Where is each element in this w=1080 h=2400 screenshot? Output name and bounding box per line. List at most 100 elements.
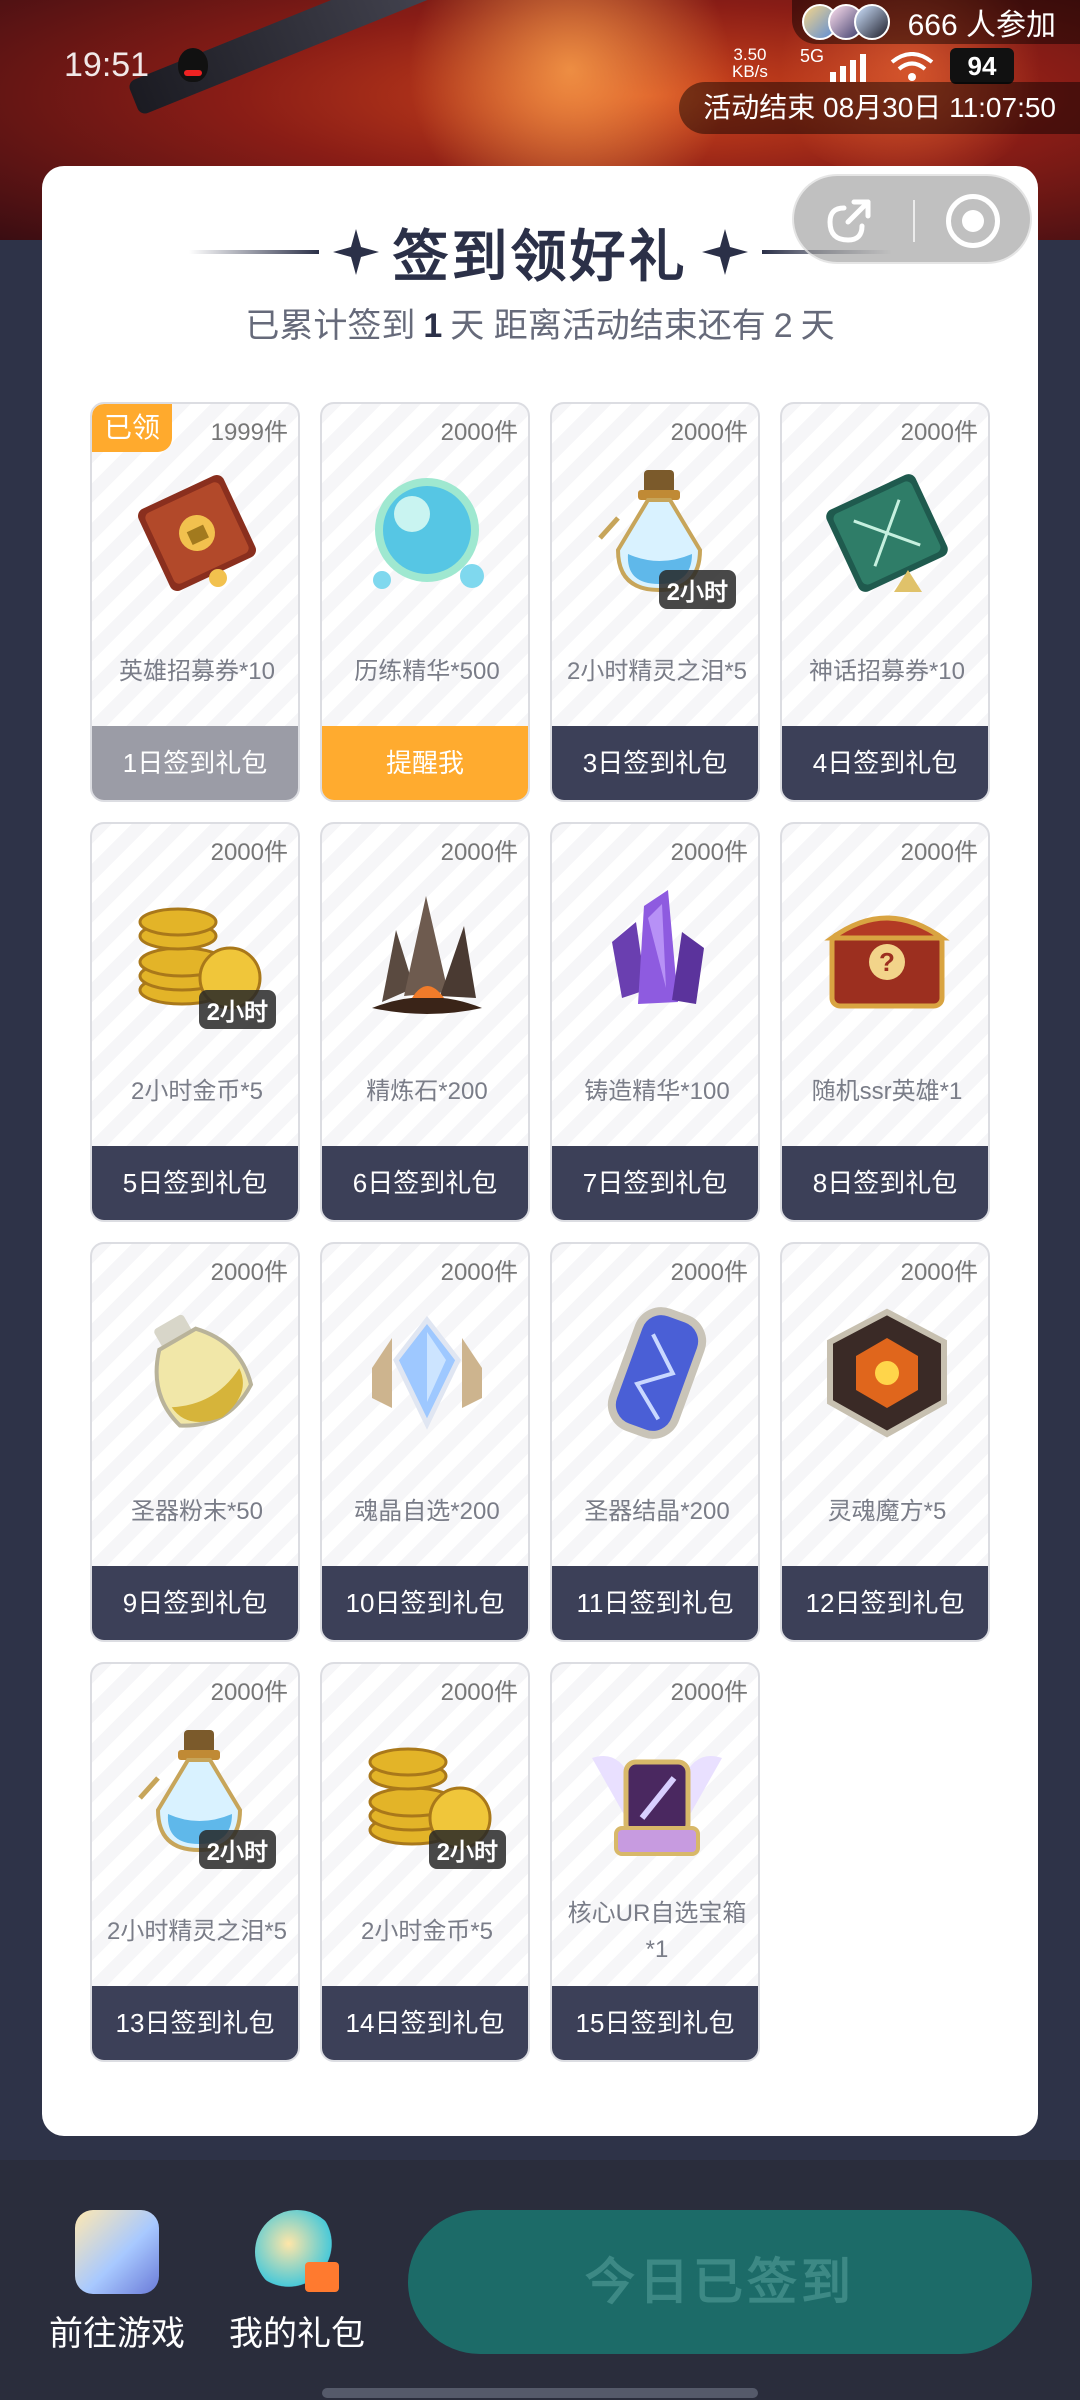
home-indicator[interactable] <box>322 2388 758 2398</box>
gift-name: 随机ssr英雄*1 <box>811 1078 963 1105</box>
gift-card[interactable]: 2000件 2小时 2小时精灵之泪*5 13日签到礼包 <box>90 1662 300 2062</box>
gift-pack-button[interactable]: 14日签到礼包 <box>322 1986 528 2060</box>
gift-name: 核心UR自选宝箱*1 <box>567 1900 747 1963</box>
gift-card[interactable]: 2000件灵魂魔方*5 12日签到礼包 <box>780 1242 990 1642</box>
gift-name: 英雄招募券*10 <box>118 658 276 685</box>
gift-stock: 2000件 <box>210 1259 288 1286</box>
essence-orb-icon <box>352 458 502 608</box>
gift-pack-button[interactable]: 15日签到礼包 <box>552 1986 758 2060</box>
gift-stock: 2000件 <box>670 419 748 446</box>
remind-me-button[interactable]: 提醒我 <box>322 726 528 800</box>
wifi-icon <box>890 52 934 81</box>
red-book-icon <box>122 458 272 608</box>
green-book-icon <box>812 458 962 608</box>
mystery-chest-icon: ? <box>812 878 962 1028</box>
signed-days: 1 <box>423 307 443 345</box>
gift-name: 铸造精华*100 <box>584 1078 730 1105</box>
checkin-today-button[interactable]: 今日已签到 <box>408 2210 1032 2354</box>
purple-crystal-icon <box>582 878 732 1028</box>
duration-tag: 2小时 <box>198 1830 276 1869</box>
page-title: 签到领好礼 <box>392 224 688 288</box>
gift-card[interactable]: 1999件 已领 英雄招募券*10 1日签到礼包 <box>90 402 300 802</box>
gift-pack-button[interactable]: 5日签到礼包 <box>92 1146 298 1220</box>
gift-pack-button[interactable]: 13日签到礼包 <box>92 1986 298 2060</box>
winged-shield-chest-icon <box>582 1718 732 1868</box>
gift-name: 灵魂魔方*5 <box>827 1498 947 1525</box>
summary-prefix: 已累计签到 <box>245 307 416 345</box>
gift-pack-button[interactable]: 4日签到礼包 <box>782 726 988 800</box>
sparkle-icon <box>332 229 379 275</box>
gift-grid: 1999件 已领 英雄招募券*10 1日签到礼包 2000件 历练精华*500 提醒我 200… <box>90 402 990 2062</box>
gift-card[interactable]: 2000件 2小时 2小时金币*5 5日签到礼包 <box>90 822 300 1222</box>
go-game-label: 前往游戏 <box>49 2315 185 2353</box>
my-gifts-label: 我的礼包 <box>229 2315 365 2353</box>
gift-stock: 2000件 <box>900 839 978 866</box>
participants-badge: 666 人参加 <box>791 0 1080 44</box>
gift-stock: 2000件 <box>210 839 288 866</box>
close-miniapp-icon[interactable] <box>946 194 1000 248</box>
summary-mid: 天 距离活动结束还有 <box>450 307 766 345</box>
title-divider <box>188 250 319 254</box>
gift-pack-button[interactable]: 3日签到礼包 <box>552 726 758 800</box>
event-countdown: 活动结束 08月30日 11:07:50 <box>679 82 1080 134</box>
gift-card[interactable]: 2000件 魂晶自选*200 10日签到礼包 <box>320 1242 530 1642</box>
gift-name: 2小时精灵之泪*5 <box>566 658 748 685</box>
capsule-divider <box>913 200 915 242</box>
gift-stock: 2000件 <box>440 1679 518 1706</box>
gift-card[interactable]: 2000件核心UR自选宝箱*1 15日签到礼包 <box>550 1662 760 2062</box>
gift-card[interactable]: 2000件 2小时 2小时精灵之泪*5 3日签到礼包 <box>550 402 760 802</box>
gift-pack-button[interactable]: 11日签到礼包 <box>552 1566 758 1640</box>
gift-name: 精炼石*200 <box>366 1078 488 1105</box>
gift-name: 魂晶自选*200 <box>354 1498 500 1525</box>
status-time: 19:51 <box>64 46 150 84</box>
gift-card[interactable]: 2000件 精炼石*200 6日签到礼包 <box>320 822 530 1222</box>
gift-pack-button[interactable]: 9日签到礼包 <box>92 1566 298 1640</box>
participants-count: 666 人参加 <box>907 9 1056 42</box>
gift-card[interactable]: 2000件 圣器粉末*50 9日签到礼包 <box>90 1242 300 1642</box>
signal-bar-icon <box>840 66 846 82</box>
go-game-button[interactable]: 前往游戏 <box>42 2210 192 2355</box>
gift-pack-button[interactable]: 10日签到礼包 <box>322 1566 528 1640</box>
soul-cube-icon <box>812 1298 962 1448</box>
svg-text:?: ? <box>879 947 895 977</box>
gift-card[interactable]: 2000件神话招募券*10 4日签到礼包 <box>780 402 990 802</box>
gift-card[interactable]: 2000件 铸造精华*100 7日签到礼包 <box>550 822 760 1222</box>
gift-name: 历练精华*500 <box>354 658 500 685</box>
gift-name: 2小时金币*5 <box>130 1078 264 1105</box>
gift-pack-button[interactable]: 8日签到礼包 <box>782 1146 988 1220</box>
remaining-days: 2 <box>773 307 793 345</box>
gift-pack-button[interactable]: 12日签到礼包 <box>782 1566 988 1640</box>
claimed-badge: 已领 <box>92 404 172 452</box>
share-icon[interactable] <box>824 196 874 246</box>
gift-name: 圣器结晶*200 <box>584 1498 730 1525</box>
network-type: 5G <box>800 46 825 66</box>
signal-bar-icon <box>830 72 836 82</box>
gift-stock: 2000件 <box>900 419 978 446</box>
gift-card[interactable]: 2000件 2小时 2小时金币*5 14日签到礼包 <box>320 1662 530 2062</box>
gift-stock: 2000件 <box>440 419 518 446</box>
gift-card[interactable]: 2000件 圣器结晶*200 11日签到礼包 <box>550 1242 760 1642</box>
net-speed-value: 3.50 <box>733 45 767 64</box>
relic-crystal-icon <box>582 1298 732 1448</box>
checkin-card: 签到领好礼 已累计签到 1 天 距离活动结束还有 2 天 1999件 已领 英雄招募券*10… <box>42 166 1038 2136</box>
soul-crystal-icon <box>352 1298 502 1448</box>
gift-pack-button[interactable]: 7日签到礼包 <box>552 1146 758 1220</box>
qq-icon <box>178 48 208 82</box>
gift-avatar-icon <box>255 2210 339 2294</box>
gift-card[interactable]: 2000件历练精华*500 提醒我 <box>320 402 530 802</box>
net-speed: 3.50 KB/s <box>732 46 768 80</box>
duration-tag: 2小时 <box>198 990 276 1029</box>
gift-name: 2小时精灵之泪*5 <box>106 1918 288 1945</box>
gift-card[interactable]: 2000件? 随机ssr英雄*1 8日签到礼包 <box>780 822 990 1222</box>
checkin-summary: 已累计签到 1 天 距离活动结束还有 2 天 <box>42 298 1038 347</box>
summary-suffix: 天 <box>800 307 835 345</box>
gift-pack-button[interactable]: 6日签到礼包 <box>322 1146 528 1220</box>
gift-pack-button[interactable]: 1日签到礼包 <box>92 726 298 800</box>
gift-name: 神话招募券*10 <box>808 658 966 685</box>
gift-stock: 2000件 <box>900 1259 978 1286</box>
game-app-icon <box>75 2210 159 2294</box>
gift-stock: 2000件 <box>670 1679 748 1706</box>
battery-indicator: 94 <box>950 48 1014 84</box>
my-gifts-button[interactable]: 我的礼包 <box>222 2210 372 2355</box>
powder-jar-icon <box>122 1298 272 1448</box>
